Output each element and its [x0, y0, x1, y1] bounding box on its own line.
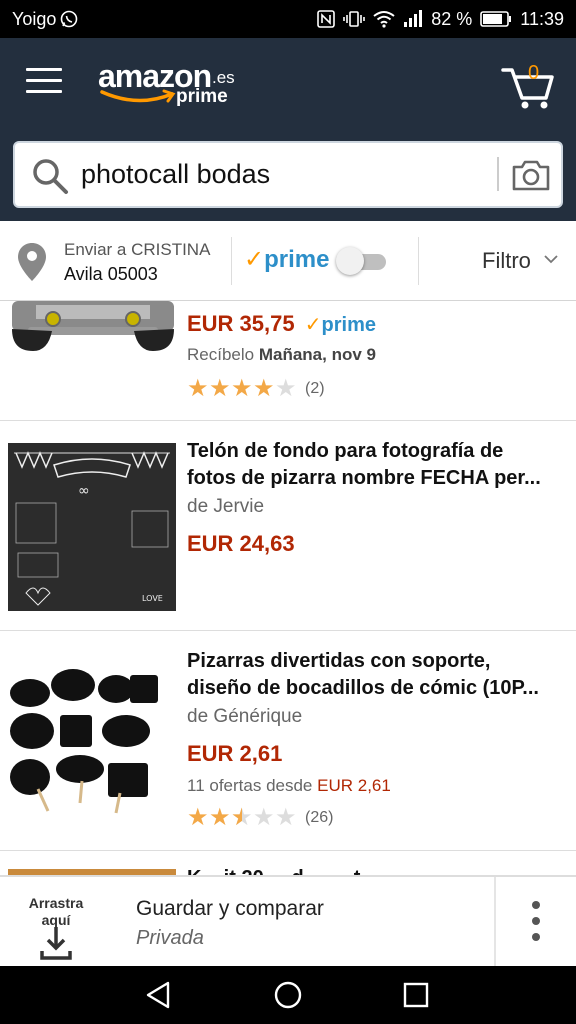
delivery-estimate: Recíbelo Mañana, nov 9 [187, 345, 376, 364]
star-icon: ★ [209, 375, 231, 402]
carrier-name: Yoigo [12, 8, 57, 29]
results-list: EUR 35,75 ✓prime Recíbelo Mañana, nov 9 … [0, 301, 576, 875]
star-icon: ★ [275, 804, 297, 831]
prime-filter-label: ✓prime [244, 246, 330, 273]
result-item[interactable]: ∞ LOVE Telón de fondo para fotografía de… [0, 421, 576, 631]
divider [231, 237, 232, 285]
chevron-down-icon[interactable] [543, 253, 559, 265]
search-divider [497, 157, 499, 191]
vibrate-icon [343, 11, 366, 27]
clock: 11:39 [520, 8, 564, 29]
download-arrow-icon [40, 927, 72, 960]
save-compare-bar: Arrastra aquí Guardar y comparar Privada [0, 875, 576, 966]
prime-toggle[interactable] [336, 247, 388, 275]
divider [494, 877, 496, 966]
home-icon[interactable] [273, 980, 303, 1010]
wifi-icon [373, 11, 395, 28]
ship-to-label[interactable]: Enviar a CRISTINA [64, 240, 210, 260]
drag-here-label: Arrastra aquí [28, 895, 84, 928]
product-title[interactable]: K... it 20 ... d ... ... t ... ~ [187, 865, 567, 875]
star-icon: ★ [187, 804, 209, 831]
location-pin-icon[interactable] [16, 241, 48, 283]
logo-country: .es [212, 68, 235, 87]
amazon-smile-icon [100, 89, 176, 103]
rating-stars: ★ ★ ★ ★ ★ (2) [187, 377, 325, 401]
battery-percent: 82 % [431, 8, 473, 29]
more-vertical-icon [532, 901, 540, 909]
recent-apps-icon[interactable] [403, 982, 429, 1008]
status-bar: Yoigo 82 % 11:39 [0, 0, 576, 38]
app-header: amazon .es prime 0 photocall bodas [0, 38, 576, 221]
menu-button[interactable] [26, 68, 62, 98]
prime-check-icon: ✓ [304, 314, 322, 336]
prime-check-icon: ✓ [244, 246, 265, 273]
product-price: EUR 24,63 [187, 531, 295, 556]
save-compare-privacy: Privada [136, 927, 204, 949]
drag-here-button[interactable]: Arrastra aquí [0, 877, 112, 966]
signal-icon [404, 10, 423, 27]
nfc-icon [317, 10, 336, 28]
search-bar[interactable]: photocall bodas [13, 141, 563, 208]
star-icon: ★ [275, 375, 297, 402]
whatsapp-icon [61, 10, 78, 28]
product-title[interactable]: Pizarras divertidas con soporte, diseño … [187, 648, 567, 702]
product-image-car[interactable] [8, 301, 178, 356]
delivery-filter-bar: Enviar a CRISTINA Avila 05003 ✓prime Fil… [0, 221, 576, 301]
hamburger-icon [26, 68, 62, 71]
prime-badge: ✓prime [304, 314, 376, 336]
save-compare-title[interactable]: Guardar y comparar [136, 897, 324, 921]
product-brand: de Générique [187, 706, 303, 727]
amazon-prime-logo[interactable]: amazon .es prime [98, 58, 248, 108]
review-count: (26) [305, 809, 334, 826]
ship-to-address[interactable]: Avila 05003 [64, 264, 158, 285]
product-image-speech-bubbles[interactable] [8, 665, 158, 815]
svg-text:∞: ∞ [78, 483, 90, 499]
product-brand: de Jervie [187, 496, 265, 517]
system-nav-bar [0, 966, 576, 1024]
result-item[interactable]: EUR 35,75 ✓prime Recíbelo Mañana, nov 9 … [0, 301, 576, 421]
product-image-chalkboard[interactable]: ∞ LOVE [8, 443, 176, 611]
product-price: EUR 2,61 [187, 741, 283, 766]
star-icon: ★ [231, 375, 253, 402]
cart-count: 0 [528, 62, 540, 84]
star-half-icon: ★ [231, 806, 253, 831]
star-icon: ★ [187, 375, 209, 402]
offers-info[interactable]: 11 ofertas desde EUR 2,61 [187, 776, 391, 796]
battery-icon [480, 11, 512, 27]
result-item[interactable]: Pizarras divertidas con soporte, diseño … [0, 631, 576, 851]
logo-prime: prime [176, 86, 228, 107]
search-icon[interactable] [31, 157, 69, 195]
camera-icon[interactable] [511, 157, 551, 193]
star-icon: ★ [253, 804, 275, 831]
more-options-button[interactable] [520, 901, 552, 945]
review-count: (2) [305, 380, 325, 397]
divider [418, 237, 419, 285]
rating-stars: ★ ★ ★ ★ ★ (26) [187, 804, 334, 831]
back-icon[interactable] [144, 980, 174, 1010]
product-price: EUR 35,75 ✓prime [187, 311, 376, 336]
svg-text:LOVE: LOVE [142, 594, 163, 603]
filter-button[interactable]: Filtro [482, 248, 531, 274]
star-icon: ★ [209, 804, 231, 831]
result-item[interactable]: K... it 20 ... d ... ... t ... ~ [0, 851, 576, 875]
product-title[interactable]: Telón de fondo para fotografía de fotos … [187, 438, 567, 492]
star-icon: ★ [253, 375, 275, 402]
search-input[interactable]: photocall bodas [81, 159, 270, 190]
